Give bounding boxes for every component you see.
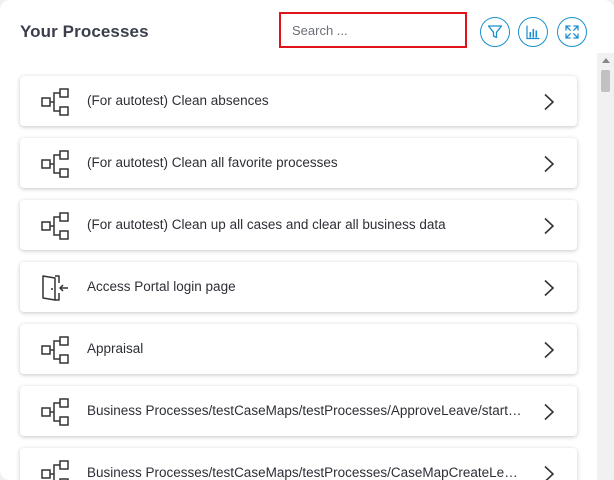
process-flow-icon (41, 398, 69, 426)
process-item[interactable]: (For autotest) Clean all favorite proces… (20, 138, 577, 188)
filter-icon (487, 25, 503, 39)
chevron-right-icon (544, 465, 555, 480)
process-flow-icon (41, 88, 69, 116)
process-label: (For autotest) Clean up all cases and cl… (87, 217, 446, 232)
process-label: Appraisal (87, 341, 144, 356)
process-label: (For autotest) Clean all favorite proces… (87, 155, 338, 170)
process-item[interactable]: Access Portal login page (20, 262, 577, 312)
process-item[interactable]: Business Processes/testCaseMaps/testProc… (20, 386, 577, 436)
vertical-scrollbar[interactable] (597, 53, 614, 480)
page-title: Your Processes (20, 22, 149, 41)
expand-icon (565, 25, 579, 39)
filter-button[interactable] (480, 17, 510, 47)
statistics-button[interactable] (518, 17, 548, 47)
chevron-right-icon (544, 155, 555, 173)
process-flow-icon (41, 212, 69, 240)
process-item[interactable]: (For autotest) Clean absences (20, 76, 577, 126)
process-item[interactable]: (For autotest) Clean up all cases and cl… (20, 200, 577, 250)
chevron-right-icon (544, 403, 555, 421)
process-item[interactable]: Business Processes/testCaseMaps/testProc… (20, 448, 577, 480)
search-input[interactable] (290, 21, 464, 39)
scroll-up-arrow-icon (601, 57, 610, 63)
login-door-icon (42, 275, 68, 301)
process-label: (For autotest) Clean absences (87, 93, 269, 108)
process-label: Access Portal login page (87, 279, 236, 294)
processes-panel: Your Processes Search ... (For autotest)… (0, 0, 614, 480)
process-flow-icon (41, 150, 69, 178)
chevron-right-icon (544, 341, 555, 359)
process-label: Business Processes/testCaseMaps/testProc… (87, 465, 523, 480)
process-flow-icon (41, 336, 69, 364)
search-box[interactable] (279, 12, 467, 48)
chevron-right-icon (544, 217, 555, 235)
chevron-right-icon (544, 93, 555, 111)
scrollbar-thumb[interactable] (601, 70, 610, 92)
process-item[interactable]: Appraisal (20, 324, 577, 374)
chevron-right-icon (544, 279, 555, 297)
expand-button[interactable] (557, 17, 587, 47)
bar-chart-icon (526, 25, 540, 40)
scroll-up-button[interactable] (597, 53, 614, 67)
process-flow-icon (41, 460, 69, 480)
process-label: Business Processes/testCaseMaps/testProc… (87, 403, 523, 418)
